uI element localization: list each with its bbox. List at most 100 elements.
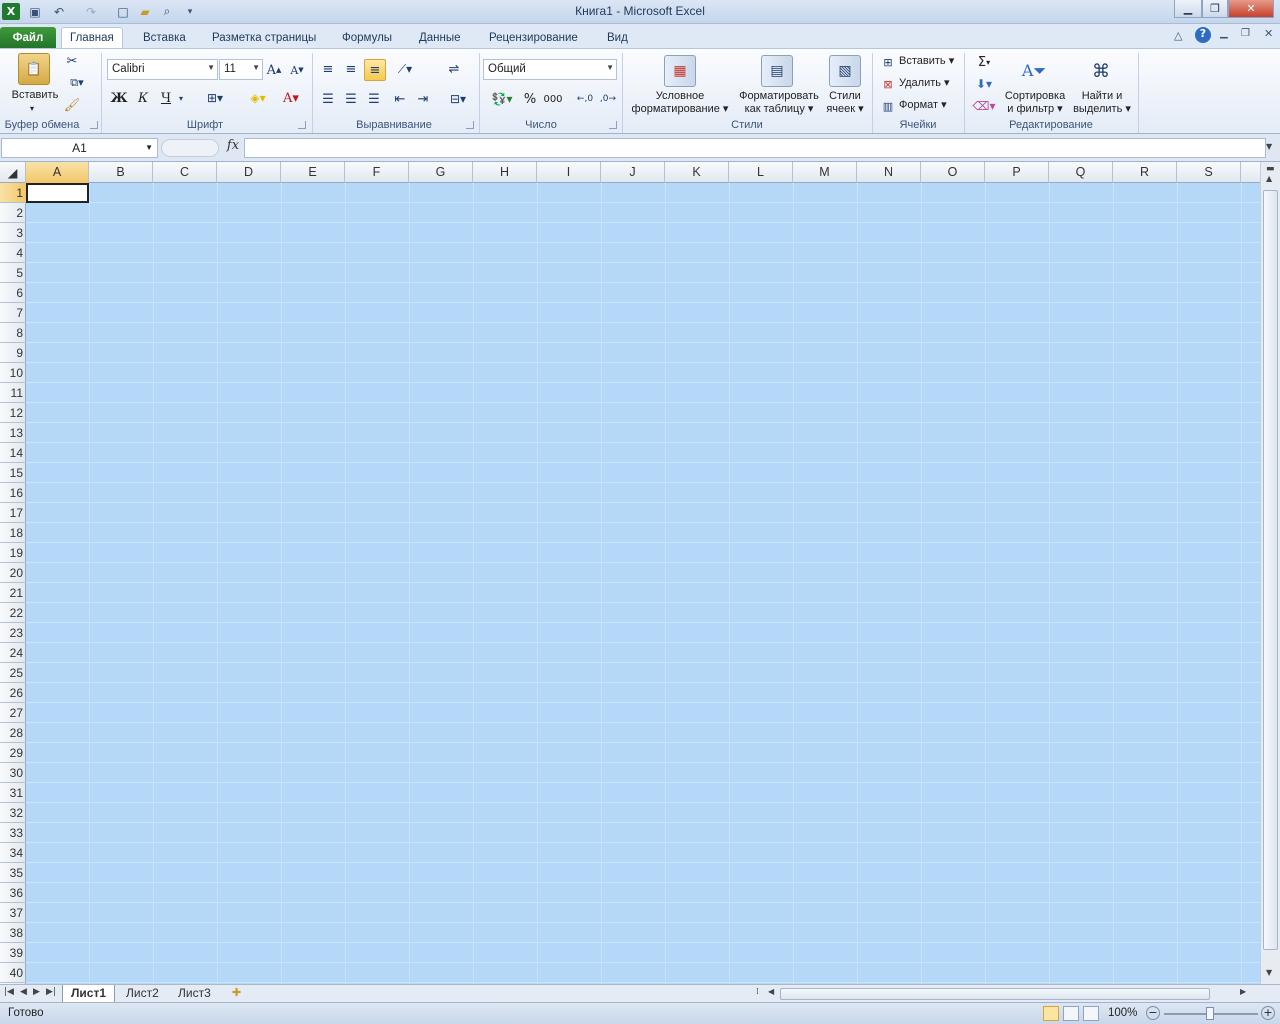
paste-dropdown-icon[interactable]: ▾ — [30, 102, 34, 115]
row-header[interactable]: 39 — [0, 943, 26, 963]
increase-decimal-icon[interactable]: ←,0 — [575, 89, 595, 109]
select-all-button[interactable]: ◢ — [0, 162, 26, 183]
cell-styles-button[interactable]: Стили ячеек ▾ — [823, 90, 867, 116]
bold-button[interactable]: Ж — [110, 89, 128, 107]
row-header[interactable]: 32 — [0, 803, 26, 823]
row-header[interactable]: 14 — [0, 443, 26, 463]
currency-icon[interactable]: 💱▾ — [487, 89, 517, 109]
redo-icon[interactable]: ↷ — [82, 3, 100, 20]
horizontal-scroll-thumb[interactable] — [780, 988, 1210, 1000]
row-header[interactable]: 9 — [0, 343, 26, 363]
tab-review[interactable]: Рецензирование — [481, 27, 586, 48]
paste-button[interactable]: Вставить — [6, 89, 64, 102]
formula-input[interactable] — [244, 138, 1266, 158]
row-header[interactable]: 12 — [0, 403, 26, 423]
page-break-view-icon[interactable] — [1083, 1006, 1099, 1021]
row-header[interactable]: 25 — [0, 663, 26, 683]
font-name-select[interactable]: Calibri ▼ — [107, 59, 218, 80]
print-preview-icon[interactable]: ⌕ — [158, 3, 176, 20]
column-header[interactable]: F — [345, 162, 409, 183]
row-header[interactable]: 3 — [0, 223, 26, 243]
column-header[interactable]: K — [665, 162, 729, 183]
row-header[interactable]: 40 — [0, 963, 26, 983]
row-header[interactable]: 6 — [0, 283, 26, 303]
row-header[interactable]: 16 — [0, 483, 26, 503]
align-center-icon[interactable]: ☰ — [341, 89, 361, 109]
insert-cells-button[interactable]: Вставить ▾ — [899, 55, 963, 68]
format-cells-icon[interactable]: ▥ — [879, 98, 897, 114]
row-header[interactable]: 26 — [0, 683, 26, 703]
row-header[interactable]: 27 — [0, 703, 26, 723]
column-header[interactable]: A — [26, 162, 89, 183]
zoom-in-icon[interactable]: + — [1261, 1006, 1275, 1020]
scroll-up-icon[interactable]: ▲ — [1266, 174, 1272, 183]
format-as-table-icon[interactable]: ▤ — [761, 55, 793, 87]
underline-button[interactable]: Ч — [157, 89, 175, 107]
column-header[interactable]: I — [537, 162, 601, 183]
expand-formula-icon[interactable]: ▼ — [1266, 142, 1272, 151]
doc-minimize-icon[interactable]: ▁ — [1220, 28, 1228, 39]
cut-icon[interactable]: ✂ — [64, 53, 80, 69]
zoom-out-icon[interactable]: − — [1146, 1006, 1160, 1020]
tab-insert[interactable]: Вставка — [135, 27, 194, 48]
conditional-formatting-icon[interactable]: ▦ — [664, 55, 696, 87]
row-header[interactable]: 10 — [0, 363, 26, 383]
row-header[interactable]: 28 — [0, 723, 26, 743]
row-header[interactable]: 15 — [0, 463, 26, 483]
page-layout-view-icon[interactable] — [1063, 1006, 1079, 1021]
fill-icon[interactable]: ⬇▾ — [970, 75, 998, 93]
row-header[interactable]: 4 — [0, 243, 26, 263]
column-header[interactable]: P — [985, 162, 1049, 183]
open-icon[interactable]: ▰ — [136, 3, 154, 20]
vertical-scroll-thumb[interactable] — [1263, 190, 1278, 950]
help-icon[interactable]: ? — [1195, 27, 1211, 43]
align-top-icon[interactable]: ≡ — [318, 59, 338, 79]
row-header[interactable]: 34 — [0, 843, 26, 863]
row-header[interactable]: 19 — [0, 543, 26, 563]
scroll-down-icon[interactable]: ▼ — [1266, 968, 1272, 977]
font-launcher-icon[interactable] — [298, 121, 306, 129]
row-header[interactable]: 7 — [0, 303, 26, 323]
doc-close-icon[interactable]: ✕ — [1264, 27, 1273, 40]
row-header[interactable]: 2 — [0, 203, 26, 223]
column-header[interactable]: L — [729, 162, 793, 183]
row-header[interactable]: 23 — [0, 623, 26, 643]
save-icon[interactable]: ▣ — [26, 3, 44, 20]
minimize-ribbon-icon[interactable]: △ — [1174, 29, 1182, 42]
borders-icon[interactable]: ⊞▾ — [200, 89, 230, 107]
row-header[interactable]: 21 — [0, 583, 26, 603]
find-select-button[interactable]: Найти и выделить ▾ — [1071, 90, 1133, 116]
scroll-right-icon[interactable]: ▶ — [1240, 987, 1246, 996]
new-icon[interactable]: □ — [114, 3, 132, 20]
row-header[interactable]: 33 — [0, 823, 26, 843]
tab-page-layout[interactable]: Разметка страницы — [204, 27, 324, 48]
active-cell[interactable] — [26, 183, 89, 203]
first-sheet-icon[interactable]: |◀ — [4, 987, 14, 997]
column-header[interactable]: R — [1113, 162, 1177, 183]
sheet-tab-3[interactable]: Лист3 — [170, 985, 219, 1003]
row-header[interactable]: 35 — [0, 863, 26, 883]
merge-center-icon[interactable]: ⊟▾ — [443, 89, 473, 109]
underline-dropdown-icon[interactable]: ▾ — [176, 89, 186, 107]
increase-indent-icon[interactable]: ⇥ — [413, 89, 433, 109]
row-header[interactable]: 11 — [0, 383, 26, 403]
wrap-text-icon[interactable]: ⇌ — [443, 59, 465, 79]
autosum-button[interactable]: Σ ▾ — [970, 53, 998, 71]
zoom-slider-thumb[interactable] — [1206, 1007, 1214, 1020]
sort-filter-icon[interactable]: A⏷ — [1018, 55, 1050, 87]
delete-cells-button[interactable]: Удалить ▾ — [899, 77, 963, 90]
decrease-decimal-icon[interactable]: ,0→ — [598, 89, 618, 109]
row-header[interactable]: 8 — [0, 323, 26, 343]
cell-area[interactable] — [26, 183, 1260, 984]
tab-view[interactable]: Вид — [599, 27, 636, 48]
font-size-select[interactable]: 11 ▼ — [219, 59, 263, 80]
row-header[interactable]: 38 — [0, 923, 26, 943]
format-painter-icon[interactable]: 🖌 — [64, 97, 81, 113]
decrease-indent-icon[interactable]: ⇤ — [390, 89, 410, 109]
align-bottom-icon[interactable]: ≡ — [364, 59, 386, 81]
tab-file[interactable]: Файл — [0, 27, 56, 48]
number-format-select[interactable]: Общий ▼ — [483, 59, 617, 80]
split-handle-icon[interactable]: ▬ — [1266, 164, 1275, 174]
row-header[interactable]: 20 — [0, 563, 26, 583]
orientation-icon[interactable]: ⟋▾ — [392, 59, 418, 79]
